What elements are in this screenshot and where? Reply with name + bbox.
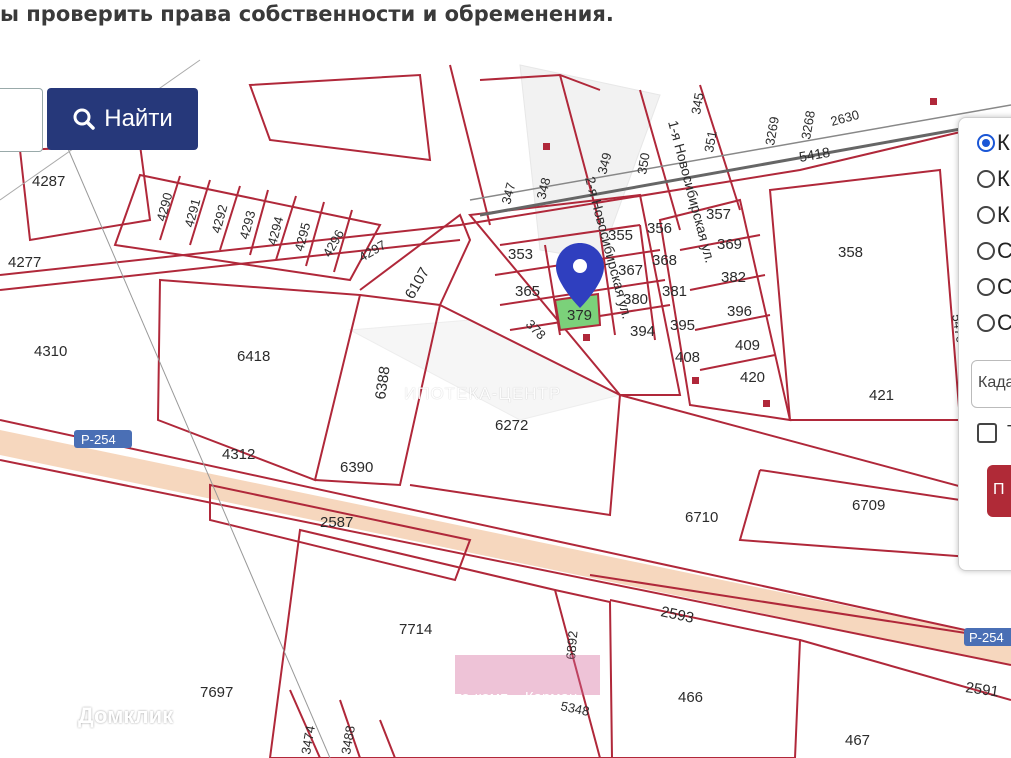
svg-text:6418: 6418 (237, 348, 270, 365)
svg-text:381: 381 (662, 283, 687, 300)
highway-shield-right: Р-254 (964, 628, 1011, 646)
svg-text:4310: 4310 (34, 343, 67, 360)
radio-option-5[interactable]: С (977, 272, 1011, 302)
radio-button[interactable] (977, 134, 995, 152)
radio-option-2[interactable]: К (977, 164, 1010, 194)
svg-text:356: 356 (647, 220, 672, 237)
svg-text:466: 466 (678, 689, 703, 706)
svg-text:467: 467 (845, 732, 870, 749)
svg-text:6390: 6390 (340, 459, 373, 476)
radio-button[interactable] (977, 242, 995, 260)
svg-text:365: 365 (515, 283, 540, 300)
svg-text:2587: 2587 (320, 514, 353, 531)
search-input[interactable] (0, 88, 43, 152)
cadastral-number-input[interactable]: Када (971, 360, 1011, 408)
search-button-label: Найти (104, 105, 173, 132)
svg-text:6272: 6272 (495, 417, 528, 434)
svg-text:395: 395 (670, 317, 695, 334)
svg-text:6709: 6709 (852, 497, 885, 514)
magnifier-icon (73, 108, 95, 130)
svg-text:357: 357 (706, 206, 731, 223)
svg-text:7714: 7714 (399, 621, 432, 638)
radio-option-3[interactable]: К (977, 200, 1010, 230)
svg-text:7697: 7697 (200, 684, 233, 701)
filter-panel: К К К С С С Када Т П (958, 117, 1011, 571)
highway-shield-left: Р-254 (74, 430, 132, 448)
domclick-logo-icon (42, 702, 70, 730)
svg-text:4312: 4312 (222, 446, 255, 463)
page-header: ы проверить права собственности и обреме… (0, 0, 1011, 55)
radio-option-6[interactable]: С (977, 308, 1011, 338)
selected-parcel-label: 379 (567, 307, 592, 324)
poi-marker: Авто-комп... Карман (437, 655, 600, 706)
svg-text:368: 368 (652, 252, 677, 269)
svg-text:4287: 4287 (32, 173, 65, 190)
submit-button[interactable]: П (987, 465, 1011, 517)
svg-text:4277: 4277 (8, 254, 41, 271)
svg-text:421: 421 (869, 387, 894, 404)
checkbox[interactable] (977, 423, 997, 443)
svg-text:420: 420 (740, 369, 765, 386)
svg-text:409: 409 (735, 337, 760, 354)
radio-button[interactable] (977, 206, 995, 224)
svg-text:Авто-комп... Карман: Авто-комп... Карман (437, 689, 577, 706)
radio-option-4[interactable]: С (977, 236, 1011, 266)
agency-watermark: ИПОТЕКА-ЦЕНТР (404, 384, 562, 403)
search-button[interactable]: Найти (47, 88, 198, 150)
svg-text:358: 358 (838, 244, 863, 261)
cadastral-map[interactable]: 379 Р-254 Р-254 4287 4290 4291 4292 4293… (0, 55, 1011, 758)
header-text: ы проверить права собственности и обреме… (0, 2, 614, 26)
svg-text:408: 408 (675, 349, 700, 366)
radio-button[interactable] (977, 278, 995, 296)
radio-option-1[interactable]: К (977, 128, 1010, 158)
svg-text:6710: 6710 (685, 509, 718, 526)
svg-text:382: 382 (721, 269, 746, 286)
svg-text:353: 353 (508, 246, 533, 263)
radio-button[interactable] (977, 314, 995, 332)
radio-button[interactable] (977, 170, 995, 188)
svg-text:369: 369 (717, 236, 742, 253)
watermark-text: Домклик (78, 703, 174, 728)
checkbox-label: Т (1007, 422, 1011, 443)
svg-text:396: 396 (727, 303, 752, 320)
svg-text:Р-254: Р-254 (969, 630, 1004, 645)
svg-text:Р-254: Р-254 (81, 432, 116, 447)
svg-text:394: 394 (630, 323, 655, 340)
domclick-watermark: Домклик (40, 700, 173, 732)
